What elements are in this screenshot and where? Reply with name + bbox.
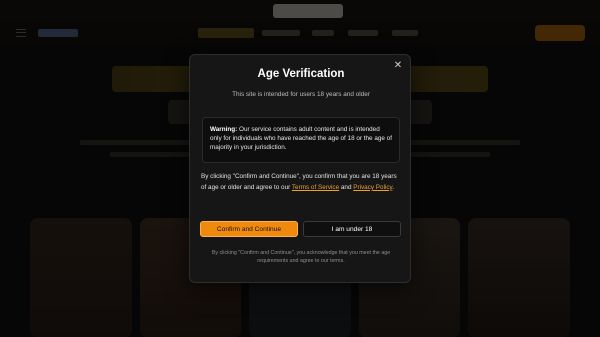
warning-label: Warning: — [210, 126, 238, 133]
footnote-text: By clicking "Confirm and Continue", you … — [211, 250, 391, 264]
modal-subtitle: This site is intended for users 18 years… — [232, 91, 370, 98]
consent-text: By clicking "Confirm and Continue", you … — [201, 172, 403, 194]
modal-title: Age Verification — [257, 68, 345, 80]
warning-text: Warning: Our service contains adult cont… — [210, 125, 392, 153]
under-18-button[interactable]: I am under 18 — [303, 221, 401, 237]
age-verification-modal: ✕ Age Verification This site is intended… — [189, 54, 411, 283]
terms-of-service-link[interactable]: Terms of Service — [292, 184, 339, 191]
consent-text-middle: and — [339, 183, 354, 191]
privacy-policy-link[interactable]: Privacy Policy — [353, 184, 392, 191]
consent-text-after: . — [392, 183, 395, 191]
button-row: Confirm and Continue I am under 18 — [200, 221, 401, 237]
warning-body: Our service contains adult content and i… — [210, 126, 392, 152]
confirm-continue-button[interactable]: Confirm and Continue — [200, 221, 298, 237]
warning-box: Warning: Our service contains adult cont… — [202, 117, 400, 163]
